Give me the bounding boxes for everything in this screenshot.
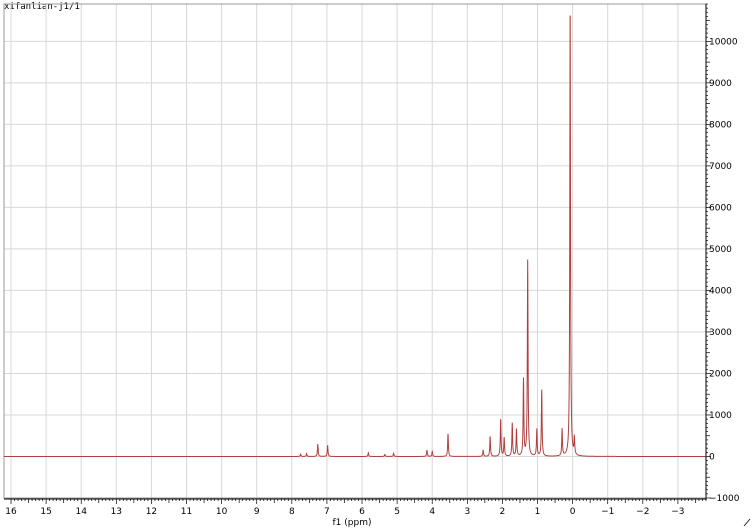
y-tick-label: −1000: [709, 494, 740, 504]
x-axis: 16 15 14 13 12 11 10 9 8 7 6 5 4 3 2 1 0 −1 −2 −3: [4, 498, 707, 517]
nmr-spectrum-chart: 16 15 14 13 12 11 10 9 8 7 6 5 4 3 2 1 0 −1 −2 −3 −10000100…: [3, 3, 751, 528]
x-tick-label: 12: [146, 507, 157, 517]
plot-border: [3, 3, 707, 499]
x-tick-label: 6: [359, 507, 365, 517]
x-tick-label: 5: [394, 507, 400, 517]
corner-mark: [743, 518, 751, 527]
x-tick-label: 2: [500, 507, 506, 517]
x-axis-label: f1 (ppm): [333, 518, 372, 528]
y-tick-label: 6000: [709, 203, 732, 213]
spectrum-series: [4, 15, 706, 457]
x-tick-label: 11: [181, 507, 192, 517]
y-tick-label: 5000: [709, 245, 732, 255]
x-tick-label: 10: [216, 507, 228, 517]
x-tick-label: −1: [601, 507, 614, 517]
x-tick-label: 13: [111, 507, 122, 517]
x-tick-label: 0: [570, 507, 576, 517]
y-tick-label: 10000: [709, 37, 738, 47]
x-gridlines: [10, 4, 679, 498]
y-tick-label: 0: [709, 452, 715, 462]
y-tick-label: 4000: [709, 286, 732, 296]
y-tick-label: 8000: [709, 120, 732, 130]
x-tick-label: −2: [636, 507, 649, 517]
x-tick-label: 4: [429, 507, 435, 517]
x-tick-label: 16: [5, 507, 17, 517]
y-tick-label: 1000: [709, 411, 732, 421]
plot-frame: [3, 3, 707, 499]
x-tick-label: 8: [289, 507, 295, 517]
y-tick-label: 3000: [709, 328, 732, 338]
y-tick-label: 7000: [709, 162, 732, 172]
x-tick-label: 3: [464, 507, 470, 517]
x-tick-label: 14: [75, 507, 87, 517]
x-tick-label: 9: [254, 507, 260, 517]
spectrum-line: [4, 15, 706, 457]
y-tick-label: 2000: [709, 369, 732, 379]
x-tick-label: 15: [40, 507, 51, 517]
x-tick-label: 7: [324, 507, 330, 517]
y-gridlines: [4, 40, 706, 499]
x-tick-label: 1: [535, 507, 541, 517]
x-tick-label: −3: [671, 507, 684, 517]
y-axis: −1000 0 1000 2000 3000 4000 5000 6000 7000 8000 90…: [705, 3, 740, 504]
y-tick-label: 9000: [709, 79, 732, 89]
